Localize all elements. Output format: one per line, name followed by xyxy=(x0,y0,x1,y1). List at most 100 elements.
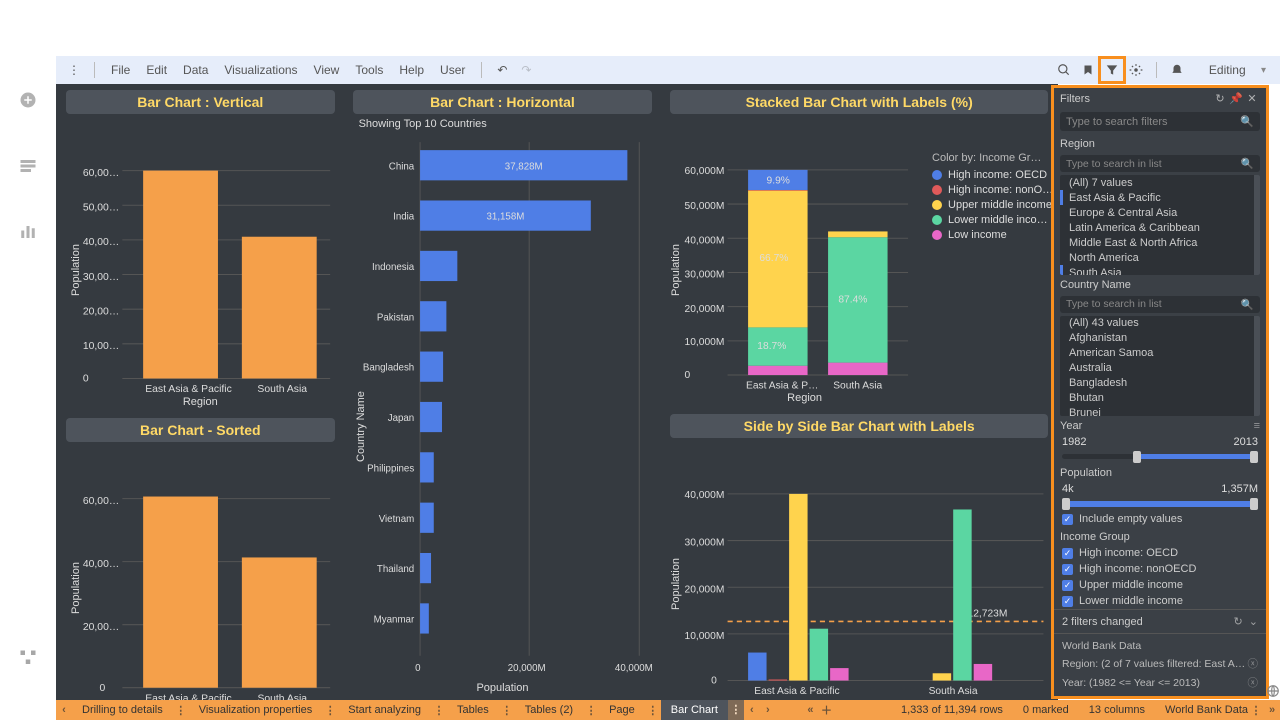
tab[interactable]: Start analyzing xyxy=(338,700,431,720)
svg-text:Indonesia: Indonesia xyxy=(372,262,415,273)
include-empty-checkbox[interactable]: ✓Include empty values xyxy=(1054,511,1266,527)
left-rail xyxy=(0,56,56,700)
filters-changed[interactable]: 2 filters changed↻ ⌄ xyxy=(1054,609,1266,633)
region-search[interactable]: Type to search in list🔍 xyxy=(1060,155,1260,172)
bell-icon[interactable] xyxy=(1165,58,1189,82)
svg-text:20,00…: 20,00… xyxy=(83,306,119,317)
tab-active[interactable]: Bar Chart xyxy=(661,700,728,720)
svg-text:30,000M: 30,000M xyxy=(685,538,725,549)
income-checkbox[interactable]: ✓Lower middle income xyxy=(1054,593,1266,609)
menubar: ⋮ File Edit Data Visualizations View Too… xyxy=(56,56,1280,84)
tab[interactable]: Page xyxy=(599,700,645,720)
bookmark-icon[interactable] xyxy=(1076,58,1100,82)
svg-text:20,000M: 20,000M xyxy=(507,663,545,674)
svg-text:60,00…: 60,00… xyxy=(83,496,119,507)
svg-text:China: China xyxy=(388,161,414,172)
svg-text:0: 0 xyxy=(712,676,718,687)
menu-data[interactable]: Data xyxy=(175,63,216,77)
x-axis-label: Region xyxy=(787,392,822,404)
region-list[interactable]: (All) 7 valuesEast Asia & PacificEurope … xyxy=(1060,175,1260,275)
filters-panel: Filters ↻ 📌 ✕ Type to search filters🔍 Re… xyxy=(1054,88,1266,696)
filter-year-title: Year≡ xyxy=(1054,416,1266,434)
menu-file[interactable]: File xyxy=(103,63,138,77)
svg-text:Pakistan: Pakistan xyxy=(376,312,413,323)
year-max: 2013 xyxy=(1234,436,1258,448)
y-axis-label: Country Name xyxy=(355,391,367,462)
panel-side-by-side[interactable]: Side by Side Bar Chart with Labels 010,0… xyxy=(664,412,1054,715)
svg-text:Vietnam: Vietnam xyxy=(378,514,414,525)
svg-text:0: 0 xyxy=(99,683,105,694)
menu-help[interactable]: Help xyxy=(391,63,432,77)
income-checkbox[interactable]: ✓High income: OECD xyxy=(1054,545,1266,561)
svg-text:20,000M: 20,000M xyxy=(685,584,725,595)
flow-icon[interactable] xyxy=(19,649,37,670)
pin-icon[interactable]: 📌 xyxy=(1228,92,1244,105)
menu-tools[interactable]: Tools xyxy=(347,63,391,77)
gear-icon[interactable] xyxy=(1124,58,1148,82)
x-axis-label: Region xyxy=(183,396,218,408)
tab[interactable]: Tables (2) xyxy=(515,700,583,720)
chart-icon[interactable] xyxy=(19,223,37,244)
panel-subtitle: Showing Top 10 Countries xyxy=(347,116,659,132)
reset-icon[interactable]: ↻ xyxy=(1212,92,1228,105)
svg-text:Thailand: Thailand xyxy=(376,564,413,575)
panel-title: Bar Chart : Horizontal xyxy=(353,90,653,114)
pop-min: 4k xyxy=(1062,483,1074,495)
menu-edit[interactable]: Edit xyxy=(138,63,175,77)
svg-text:India: India xyxy=(393,211,415,222)
menu-dots-icon[interactable]: ⋮ xyxy=(62,58,86,82)
search-icon[interactable] xyxy=(1052,58,1076,82)
year-slider[interactable] xyxy=(1062,454,1258,460)
add-icon[interactable] xyxy=(19,91,37,112)
tab[interactable]: Visualization properties xyxy=(189,700,323,720)
svg-text:20,00…: 20,00… xyxy=(83,622,119,633)
svg-text:87.4%: 87.4% xyxy=(839,294,868,305)
filter-search[interactable]: Type to search filters🔍 xyxy=(1060,112,1260,131)
panel-bar-horizontal[interactable]: Bar Chart : Horizontal Showing Top 10 Co… xyxy=(347,88,659,696)
svg-text:37,828M: 37,828M xyxy=(504,161,542,172)
panel-title: Side by Side Bar Chart with Labels xyxy=(670,414,1048,438)
svg-text:10,000M: 10,000M xyxy=(685,337,725,348)
svg-text:South Asia: South Asia xyxy=(257,384,307,395)
mode-select[interactable]: Editing ▾ xyxy=(1201,63,1274,77)
svg-text:40,000M: 40,000M xyxy=(685,490,725,501)
menu-view[interactable]: View xyxy=(306,63,348,77)
pop-max: 1,357M xyxy=(1221,483,1258,495)
svg-text:East Asia & Pacific: East Asia & Pacific xyxy=(755,686,840,697)
add-page-icon[interactable]: ＋ xyxy=(818,702,834,718)
redo-icon[interactable]: ↷ xyxy=(514,58,538,82)
svg-text:50,000M: 50,000M xyxy=(685,201,725,212)
income-checkbox[interactable]: ✓High income: nonOECD xyxy=(1054,561,1266,577)
country-list[interactable]: (All) 43 valuesAfghanistanAmerican Samoa… xyxy=(1060,316,1260,416)
panel-title: Bar Chart - Sorted xyxy=(66,418,335,442)
population-slider[interactable] xyxy=(1062,501,1258,507)
svg-text:20,000M: 20,000M xyxy=(685,304,725,315)
menu-viz[interactable]: Visualizations xyxy=(216,63,305,77)
filter-icon[interactable] xyxy=(1100,58,1124,82)
year-min: 1982 xyxy=(1062,436,1086,448)
panel-title: Stacked Bar Chart with Labels (%) xyxy=(670,90,1048,114)
panel-bar-sorted[interactable]: Bar Chart - Sorted 020,00…40,00…60,00… E… xyxy=(60,416,341,720)
tab[interactable]: Drilling to details xyxy=(72,700,173,720)
status-source: World Bank Data xyxy=(1165,704,1248,716)
undo-icon[interactable]: ↶ xyxy=(490,58,514,82)
close-icon[interactable]: ✕ xyxy=(1244,92,1260,105)
country-search[interactable]: Type to search in list🔍 xyxy=(1060,296,1260,313)
text-icon[interactable] xyxy=(19,157,37,178)
legend: Color by: Income Gr… High income: OECDHi… xyxy=(932,152,1052,244)
svg-text:18.7%: 18.7% xyxy=(758,341,787,352)
filter-region-title: Region xyxy=(1054,134,1266,152)
panel-bar-vertical[interactable]: Bar Chart : Vertical 010,00…20,00…30, xyxy=(60,88,341,410)
svg-text:0: 0 xyxy=(83,374,89,385)
y-axis-label: Population xyxy=(70,244,82,296)
tab[interactable]: Tables xyxy=(447,700,499,720)
income-checkbox[interactable]: ✓Upper middle income xyxy=(1054,577,1266,593)
svg-text:60,000M: 60,000M xyxy=(685,166,725,177)
panel-stacked[interactable]: Stacked Bar Chart with Labels (%) 010 xyxy=(664,88,1054,406)
svg-text:East Asia & Pacific: East Asia & Pacific xyxy=(145,384,232,395)
svg-text:0: 0 xyxy=(685,370,691,381)
status-marked: 0 marked xyxy=(1023,704,1069,716)
svg-text:East Asia & P…: East Asia & P… xyxy=(746,380,818,391)
menu-user[interactable]: User xyxy=(432,63,473,77)
globe-icon[interactable] xyxy=(1266,684,1280,698)
